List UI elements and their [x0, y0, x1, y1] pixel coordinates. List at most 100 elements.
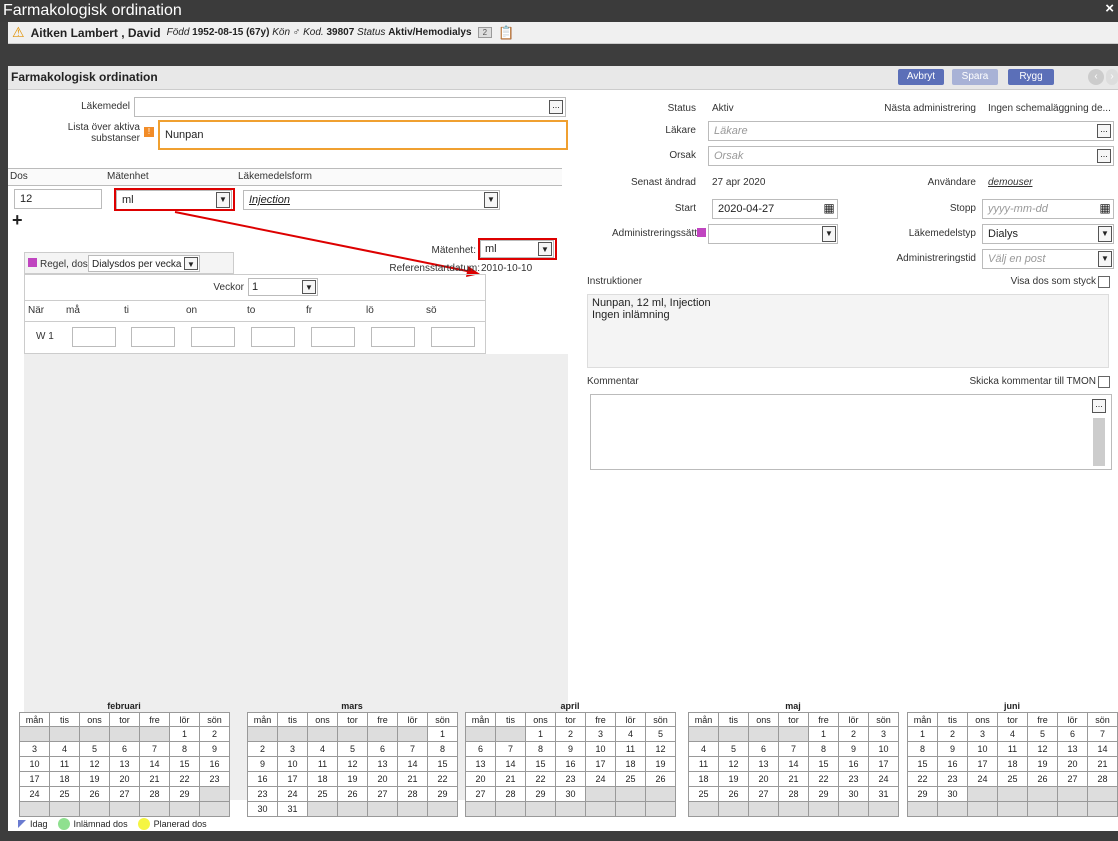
day-cell[interactable]: 29	[427, 786, 458, 802]
day-cell[interactable]: 15	[808, 756, 839, 772]
day-cell[interactable]: 9	[199, 741, 230, 757]
day-cell[interactable]: 26	[718, 786, 749, 802]
day-cell[interactable]: 20	[465, 771, 496, 787]
day-cell[interactable]: 21	[139, 771, 170, 787]
day-cell[interactable]: 21	[397, 771, 428, 787]
day-cell[interactable]: 2	[199, 726, 230, 742]
dose-sat[interactable]	[371, 327, 415, 347]
show-pieces-checkbox[interactable]	[1098, 276, 1110, 288]
day-cell[interactable]: 11	[688, 756, 719, 772]
day-cell[interactable]	[247, 726, 278, 742]
day-cell[interactable]	[139, 801, 170, 817]
calendar-icon[interactable]: ▦	[1098, 201, 1112, 217]
day-cell[interactable]: 30	[937, 786, 968, 802]
day-cell[interactable]: 31	[868, 786, 899, 802]
day-cell[interactable]: 17	[967, 756, 998, 772]
day-cell[interactable]: 26	[337, 786, 368, 802]
day-cell[interactable]: 23	[937, 771, 968, 787]
day-cell[interactable]: 24	[585, 771, 616, 787]
day-cell[interactable]: 21	[1087, 756, 1118, 772]
dose-mon[interactable]	[72, 327, 116, 347]
day-cell[interactable]: 3	[967, 726, 998, 742]
day-cell[interactable]: 28	[1087, 771, 1118, 787]
time-select[interactable]: Välj en post ▼	[982, 249, 1114, 269]
day-cell[interactable]	[1027, 801, 1058, 817]
day-cell[interactable]: 16	[199, 756, 230, 772]
day-cell[interactable]: 27	[109, 786, 140, 802]
day-cell[interactable]	[997, 801, 1028, 817]
doctor-field[interactable]: Läkare	[708, 121, 1114, 141]
day-cell[interactable]: 15	[525, 756, 556, 772]
day-cell[interactable]: 27	[465, 786, 496, 802]
day-cell[interactable]	[465, 726, 496, 742]
day-cell[interactable]: 11	[49, 756, 80, 772]
day-cell[interactable]: 4	[615, 726, 646, 742]
day-cell[interactable]	[688, 801, 719, 817]
more-icon[interactable]: ...	[1092, 399, 1106, 413]
day-cell[interactable]	[397, 801, 428, 817]
day-cell[interactable]: 27	[748, 786, 779, 802]
day-cell[interactable]: 11	[615, 741, 646, 757]
day-cell[interactable]: 20	[367, 771, 398, 787]
day-cell[interactable]: 13	[1057, 741, 1088, 757]
day-cell[interactable]: 10	[19, 756, 50, 772]
day-cell[interactable]: 24	[277, 786, 308, 802]
day-cell[interactable]: 15	[169, 756, 200, 772]
day-cell[interactable]: 1	[169, 726, 200, 742]
day-cell[interactable]	[1057, 801, 1088, 817]
day-cell[interactable]: 8	[907, 741, 938, 757]
day-cell[interactable]	[495, 726, 526, 742]
day-cell[interactable]: 21	[495, 771, 526, 787]
day-cell[interactable]: 30	[555, 786, 586, 802]
day-cell[interactable]	[79, 726, 110, 742]
day-cell[interactable]: 7	[397, 741, 428, 757]
day-cell[interactable]: 25	[688, 786, 719, 802]
day-cell[interactable]: 7	[495, 741, 526, 757]
day-cell[interactable]: 8	[169, 741, 200, 757]
day-cell[interactable]: 28	[778, 786, 809, 802]
day-cell[interactable]: 23	[199, 771, 230, 787]
day-cell[interactable]: 28	[139, 786, 170, 802]
day-cell[interactable]: 5	[79, 741, 110, 757]
day-cell[interactable]	[808, 801, 839, 817]
day-cell[interactable]: 16	[937, 756, 968, 772]
day-cell[interactable]: 29	[808, 786, 839, 802]
day-cell[interactable]: 18	[307, 771, 338, 787]
day-cell[interactable]: 15	[427, 756, 458, 772]
route-select[interactable]: ▼	[708, 224, 838, 244]
day-cell[interactable]	[967, 786, 998, 802]
day-cell[interactable]	[718, 726, 749, 742]
day-cell[interactable]	[49, 801, 80, 817]
day-cell[interactable]: 5	[337, 741, 368, 757]
day-cell[interactable]: 5	[1027, 726, 1058, 742]
start-field[interactable]: 2020-04-27 ▦	[712, 199, 838, 219]
day-cell[interactable]: 9	[247, 756, 278, 772]
day-cell[interactable]: 7	[778, 741, 809, 757]
day-cell[interactable]: 19	[337, 771, 368, 787]
day-cell[interactable]	[525, 801, 556, 817]
day-cell[interactable]	[585, 786, 616, 802]
day-cell[interactable]	[79, 801, 110, 817]
day-cell[interactable]: 19	[1027, 756, 1058, 772]
day-cell[interactable]	[427, 801, 458, 817]
day-cell[interactable]: 29	[525, 786, 556, 802]
day-cell[interactable]: 14	[397, 756, 428, 772]
day-cell[interactable]	[169, 801, 200, 817]
day-cell[interactable]: 10	[585, 741, 616, 757]
day-cell[interactable]: 21	[778, 771, 809, 787]
day-cell[interactable]	[465, 801, 496, 817]
day-cell[interactable]: 25	[615, 771, 646, 787]
day-cell[interactable]	[838, 801, 869, 817]
day-cell[interactable]: 6	[748, 741, 779, 757]
day-cell[interactable]	[645, 786, 676, 802]
day-cell[interactable]: 17	[19, 771, 50, 787]
day-cell[interactable]	[19, 726, 50, 742]
day-cell[interactable]: 6	[1057, 726, 1088, 742]
day-cell[interactable]: 8	[427, 741, 458, 757]
day-cell[interactable]	[937, 801, 968, 817]
day-cell[interactable]: 31	[277, 801, 308, 817]
day-cell[interactable]: 23	[555, 771, 586, 787]
day-cell[interactable]: 17	[868, 756, 899, 772]
day-cell[interactable]: 1	[427, 726, 458, 742]
send-comment-checkbox[interactable]	[1098, 376, 1110, 388]
